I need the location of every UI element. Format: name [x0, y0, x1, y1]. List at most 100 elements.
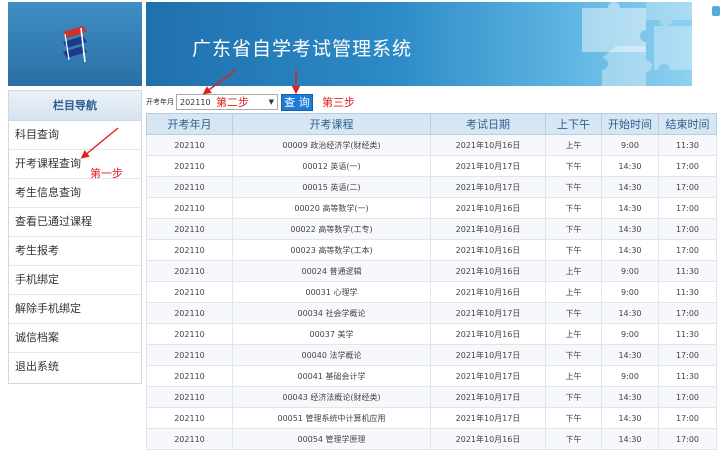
sidebar-nav: 栏目导航 科目查询 开考课程查询 考生信息查询 查看已通过课程 考生报考 手机绑…: [8, 90, 142, 384]
cell-session: 下午: [545, 176, 602, 198]
cell-start-time: 14:30: [601, 428, 659, 450]
cell-start-time: 9:00: [601, 281, 659, 303]
cell-course: 00043 经济法概论(财经类): [232, 386, 431, 408]
cell-exam-month: 202110: [146, 134, 233, 156]
cell-session: 上午: [545, 323, 602, 345]
cell-exam-date: 2021年10月16日: [430, 134, 546, 156]
cell-exam-date: 2021年10月17日: [430, 176, 546, 198]
cell-exam-date: 2021年10月17日: [430, 365, 546, 387]
cell-exam-month: 202110: [146, 260, 233, 282]
col-start-time: 开始时间: [601, 113, 659, 135]
table-row: 202110 00031 心理学 2021年10月16日 上午 9:00 11:30: [146, 281, 717, 303]
cell-exam-date: 2021年10月17日: [430, 407, 546, 429]
cell-start-time: 14:30: [601, 218, 659, 240]
cell-session: 下午: [545, 407, 602, 429]
table-row: 202110 00024 普通逻辑 2021年10月16日 上午 9:00 11:30: [146, 260, 717, 282]
cell-course: 00031 心理学: [232, 281, 431, 303]
cell-session: 下午: [545, 239, 602, 261]
cell-course: 00023 高等数学(工本): [232, 239, 431, 261]
cell-session: 下午: [545, 386, 602, 408]
cell-start-time: 14:30: [601, 407, 659, 429]
corner-tab-icon: [712, 6, 720, 16]
cell-exam-date: 2021年10月17日: [430, 155, 546, 177]
cell-start-time: 14:30: [601, 197, 659, 219]
table-body: 202110 00009 政治经济学(财经类) 2021年10月16日 上午 9:00 1…: [146, 134, 717, 450]
sidebar-item-credit-record[interactable]: 诚信档案: [9, 324, 141, 353]
cell-course: 00040 法学概论: [232, 344, 431, 366]
cell-course: 00024 普通逻辑: [232, 260, 431, 282]
cell-exam-month: 202110: [146, 365, 233, 387]
col-end-time: 结束时间: [658, 113, 717, 135]
cell-session: 下午: [545, 155, 602, 177]
cell-session: 上午: [545, 365, 602, 387]
cell-exam-month: 202110: [146, 155, 233, 177]
cell-session: 下午: [545, 218, 602, 240]
cell-exam-date: 2021年10月16日: [430, 218, 546, 240]
cell-end-time: 11:30: [658, 260, 717, 282]
table-row: 202110 00023 高等数学(工本) 2021年10月16日 下午 14:30 17…: [146, 239, 717, 261]
cell-start-time: 9:00: [601, 323, 659, 345]
cell-exam-month: 202110: [146, 428, 233, 450]
table-row: 202110 00051 管理系统中计算机应用 2021年10月17日 下午 14:30…: [146, 407, 717, 429]
cell-exam-month: 202110: [146, 323, 233, 345]
cell-course: 00009 政治经济学(财经类): [232, 134, 431, 156]
cell-end-time: 17:00: [658, 428, 717, 450]
sidebar-item-subject-query[interactable]: 科目查询: [9, 121, 141, 150]
cell-course: 00051 管理系统中计算机应用: [232, 407, 431, 429]
col-course: 开考课程: [232, 113, 431, 135]
logo-panel: [8, 2, 142, 86]
cell-course: 00022 高等数学(工专): [232, 218, 431, 240]
cell-end-time: 17:00: [658, 218, 717, 240]
cell-end-time: 17:00: [658, 197, 717, 219]
cell-exam-month: 202110: [146, 407, 233, 429]
sidebar-item-passed-courses[interactable]: 查看已通过课程: [9, 208, 141, 237]
sidebar-item-logout[interactable]: 退出系统: [9, 353, 141, 381]
cell-start-time: 14:30: [601, 302, 659, 324]
query-button[interactable]: 查 询: [281, 93, 313, 111]
col-exam-date: 考试日期: [430, 113, 546, 135]
table-row: 202110 00054 管理学原理 2021年10月16日 下午 14:30 17:00: [146, 428, 717, 450]
cell-exam-date: 2021年10月16日: [430, 260, 546, 282]
cell-end-time: 11:30: [658, 281, 717, 303]
sidebar-item-student-info[interactable]: 考生信息查询: [9, 179, 141, 208]
sidebar-item-bind-phone[interactable]: 手机绑定: [9, 266, 141, 295]
cell-session: 下午: [545, 344, 602, 366]
cell-exam-month: 202110: [146, 197, 233, 219]
cell-end-time: 11:30: [658, 365, 717, 387]
cell-session: 下午: [545, 302, 602, 324]
cell-end-time: 17:00: [658, 239, 717, 261]
cell-course: 00015 英语(二): [232, 176, 431, 198]
cell-session: 下午: [545, 197, 602, 219]
cell-session: 下午: [545, 428, 602, 450]
cell-exam-month: 202110: [146, 218, 233, 240]
exam-logo-icon: [63, 26, 87, 63]
cell-start-time: 14:30: [601, 344, 659, 366]
page-title: 广东省自学考试管理系统: [192, 38, 413, 60]
cell-exam-date: 2021年10月16日: [430, 281, 546, 303]
cell-session: 上午: [545, 281, 602, 303]
annotation-step2: 第二步: [216, 96, 249, 109]
annotation-step1: 第一步: [90, 167, 123, 180]
cell-exam-date: 2021年10月16日: [430, 323, 546, 345]
cell-course: 00034 社会学概论: [232, 302, 431, 324]
cell-course: 00041 基础会计学: [232, 365, 431, 387]
cell-end-time: 17:00: [658, 176, 717, 198]
cell-exam-month: 202110: [146, 386, 233, 408]
cell-start-time: 9:00: [601, 134, 659, 156]
sidebar-item-unbind-phone[interactable]: 解除手机绑定: [9, 295, 141, 324]
cell-end-time: 11:30: [658, 323, 717, 345]
table-row: 202110 00040 法学概论 2021年10月17日 下午 14:30 17:00: [146, 344, 717, 366]
cell-exam-date: 2021年10月16日: [430, 428, 546, 450]
annotation-step3: 第三步: [322, 96, 355, 109]
sidebar-item-register-exam[interactable]: 考生报考: [9, 237, 141, 266]
cell-session: 上午: [545, 134, 602, 156]
table-row: 202110 00020 高等数学(一) 2021年10月16日 下午 14:30 17:…: [146, 197, 717, 219]
cell-exam-month: 202110: [146, 344, 233, 366]
cell-exam-month: 202110: [146, 176, 233, 198]
cell-exam-month: 202110: [146, 302, 233, 324]
cell-course: 00020 高等数学(一): [232, 197, 431, 219]
table-row: 202110 00041 基础会计学 2021年10月17日 上午 9:00 11:30: [146, 365, 717, 387]
sidebar-heading: 栏目导航: [9, 91, 141, 121]
cell-course: 00012 英语(一): [232, 155, 431, 177]
cell-end-time: 11:30: [658, 134, 717, 156]
